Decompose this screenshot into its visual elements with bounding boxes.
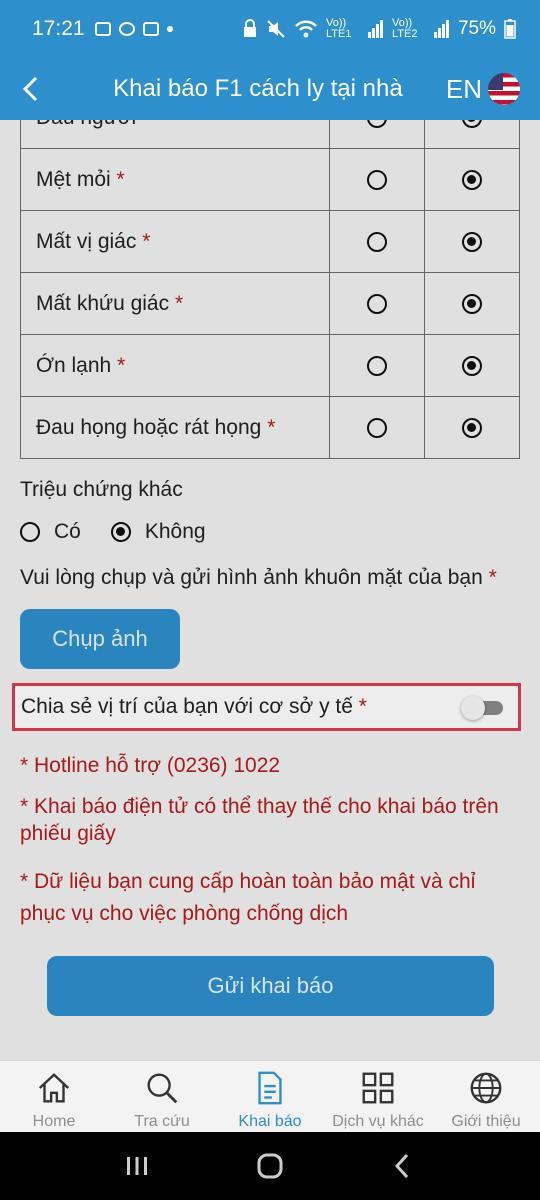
electronic-note: * Khai báo điện tử có thể thay thế cho k… — [20, 795, 499, 845]
symptom-label: Đau họng hoặc rát họng — [36, 415, 262, 439]
option-yes-label: Có — [54, 520, 81, 543]
required-mark: * — [174, 291, 184, 315]
other-symptoms-yes-option[interactable]: Có — [20, 520, 81, 544]
symptom-label: Đau người — [36, 120, 136, 129]
language-switch[interactable]: EN — [446, 73, 540, 105]
symptom-yes-radio[interactable] — [367, 169, 388, 190]
us-flag-icon — [488, 73, 520, 105]
hotline-note: * Hotline hỗ trợ (0236) 1022 — [20, 754, 281, 777]
back-nav-icon[interactable] — [388, 1151, 418, 1181]
symptom-no-radio[interactable] — [462, 231, 483, 252]
grid-icon — [362, 1072, 394, 1104]
mute-icon — [267, 20, 285, 38]
bottom-nav: Home Tra cứu Khai báo Dịch vụ khác Giới … — [0, 1060, 540, 1132]
wifi-icon — [295, 20, 317, 38]
symptom-yes-radio[interactable] — [367, 120, 388, 128]
required-mark: * — [142, 120, 150, 129]
status-time: 17:21 — [32, 17, 85, 40]
symptom-name: Mất vị giác * — [19, 210, 331, 273]
symptom-label: Mất khứu giác — [36, 291, 170, 315]
symptom-name: Mất khứu giác * — [19, 272, 331, 335]
signal-2-icon — [433, 20, 449, 38]
take-photo-button[interactable]: Chụp ảnh — [20, 609, 180, 669]
recent-apps-icon[interactable] — [122, 1151, 152, 1181]
symptom-label: Mệt mỏi — [36, 167, 111, 191]
status-bar: 17:21 Vo)) LTE1 Vo)) LTE2 75% — [0, 0, 540, 58]
lock-icon — [243, 19, 256, 37]
nav-declare[interactable]: Khai báo — [216, 1061, 324, 1132]
symptom-no-radio[interactable] — [462, 417, 483, 438]
language-label: EN — [445, 73, 482, 104]
symptom-name: Ớn lạnh * — [19, 334, 331, 397]
symptom-yes-radio[interactable] — [367, 417, 388, 438]
symptom-yes-radio[interactable] — [367, 231, 388, 252]
back-button[interactable] — [0, 58, 60, 120]
symptom-label: Mất vị giác — [36, 229, 137, 253]
form-content[interactable]: Đau người *Mệt mỏi *Mất vị giác *Mất khứ… — [0, 120, 540, 1060]
notification-dot-icon — [166, 26, 173, 32]
home-button-icon[interactable] — [255, 1151, 285, 1181]
required-mark: * — [116, 167, 125, 191]
nav-other-services[interactable]: Dịch vụ khác — [324, 1061, 432, 1132]
symptom-yes-radio[interactable] — [367, 293, 388, 314]
search-icon — [147, 1073, 178, 1104]
nav-home[interactable]: Home — [0, 1061, 108, 1132]
symptom-row: Đau người * — [19, 120, 520, 149]
symptom-row: Đau họng hoặc rát họng * — [19, 396, 520, 459]
globe-icon — [470, 1072, 502, 1104]
symptom-no-radio[interactable] — [462, 169, 483, 190]
photo-label: Vui lòng chụp và gửi hình ảnh khuôn mặt … — [20, 566, 497, 589]
page-title: Khai báo F1 cách ly tại nhà — [113, 75, 403, 102]
system-nav-bar — [0, 1132, 540, 1200]
option-no-label: Không — [144, 520, 206, 543]
symptom-row: Mất vị giác * — [19, 210, 520, 273]
message-icon — [142, 22, 159, 36]
nav-about[interactable]: Giới thiệu — [432, 1061, 540, 1132]
symptom-name: Đau họng hoặc rát họng * — [19, 396, 331, 459]
other-symptoms-label: Triệu chứng khác — [20, 478, 183, 501]
signal-1-icon — [367, 20, 383, 38]
symptom-table: Đau người *Mệt mỏi *Mất vị giác *Mất khứ… — [19, 120, 520, 459]
document-icon — [258, 1071, 282, 1105]
symptom-name: Đau người * — [19, 120, 331, 149]
symptom-no-radio[interactable] — [462, 120, 483, 128]
symptom-row: Mệt mỏi * — [19, 148, 520, 211]
symptom-no-radio[interactable] — [462, 293, 483, 314]
messenger-icon — [118, 22, 135, 36]
location-share-toggle[interactable] — [461, 696, 503, 720]
chevron-left-icon — [22, 76, 38, 102]
required-mark: * — [488, 566, 497, 589]
required-mark: * — [117, 353, 126, 377]
required-mark: * — [267, 415, 276, 439]
battery-percent: 75% — [457, 18, 496, 39]
symptom-yes-radio[interactable] — [367, 355, 388, 376]
signal-1-label: Vo)) LTE1 — [325, 17, 352, 40]
symptom-label: Ớn lạnh — [36, 353, 112, 377]
symptom-no-radio[interactable] — [462, 355, 483, 376]
other-symptoms-options: Có Không — [20, 520, 236, 544]
submit-button[interactable]: Gửi khai báo — [47, 956, 494, 1016]
battery-icon — [504, 19, 516, 39]
symptom-name: Mệt mỏi * — [19, 148, 331, 211]
symptom-row: Ớn lạnh * — [19, 334, 520, 397]
privacy-note: * Dữ liệu bạn cung cấp hoàn toàn bảo mật… — [20, 870, 476, 925]
signal-2-label: Vo)) LTE2 — [391, 17, 418, 40]
radio-no[interactable] — [110, 522, 131, 542]
symptom-row: Mất khứu giác * — [19, 272, 520, 335]
location-share-row: Chia sẻ vị trí của bạn với cơ sở y tế * — [12, 683, 521, 731]
location-share-label: Chia sẻ vị trí của bạn với cơ sở y tế — [21, 695, 353, 718]
nav-lookup[interactable]: Tra cứu — [108, 1061, 216, 1132]
radio-yes[interactable] — [20, 522, 40, 542]
other-symptoms-no-option[interactable]: Không — [110, 520, 206, 544]
gallery-icon — [94, 22, 111, 36]
required-mark: * — [142, 229, 151, 253]
required-mark: * — [358, 695, 367, 718]
app-bar: Khai báo F1 cách ly tại nhà EN — [0, 58, 540, 120]
home-icon — [38, 1073, 70, 1103]
